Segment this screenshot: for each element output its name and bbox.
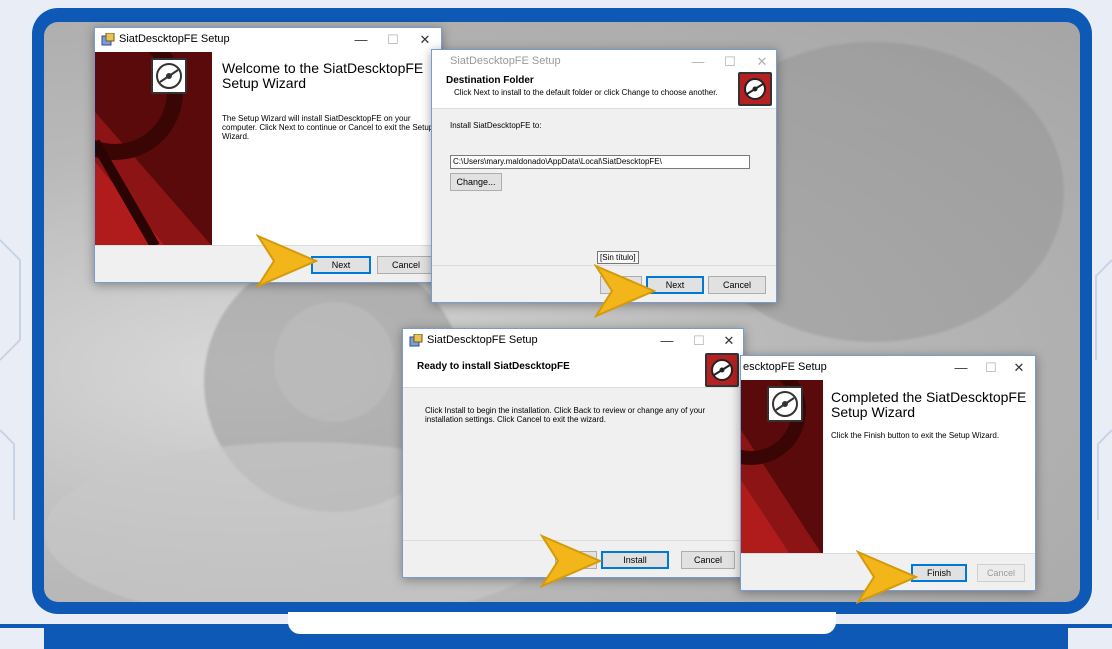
device-notch xyxy=(288,612,836,634)
maximize-button[interactable]: ☐ xyxy=(379,30,407,50)
maximize-button[interactable]: ☐ xyxy=(685,331,713,351)
minimize-button[interactable]: — xyxy=(684,52,712,72)
pointer-arrow-icon xyxy=(594,264,656,318)
wizard-header: Ready to install SiatDescktopFE xyxy=(403,353,743,388)
wizard-body-text: Click the Finish button to exit the Setu… xyxy=(831,431,1000,440)
maximize-button[interactable]: ☐ xyxy=(977,358,1005,378)
window-title: SiatDescktopFE Setup xyxy=(450,55,561,67)
pointer-arrow-icon xyxy=(256,234,318,288)
base-edge-right xyxy=(1068,628,1112,649)
wizard-body-text: The Setup Wizard will install SiatDesckt… xyxy=(222,114,434,141)
cancel-button: Cancel xyxy=(977,564,1025,582)
title-bar: SiatDescktopFE Setup — ☐ ✕ xyxy=(403,329,743,353)
cancel-button[interactable]: Cancel xyxy=(708,276,766,294)
minimize-button[interactable]: — xyxy=(947,358,975,378)
pointer-arrow-icon xyxy=(856,550,918,604)
wizard-content: Install SiatDescktopFE to: C:\Users\mary… xyxy=(432,109,776,266)
close-button[interactable]: ✕ xyxy=(1005,358,1033,378)
wizard-heading: Welcome to the SiatDescktopFE Setup Wiza… xyxy=(222,60,424,91)
window-title: escktopFE Setup xyxy=(743,361,827,373)
minimize-button[interactable]: — xyxy=(653,331,681,351)
close-button[interactable]: ✕ xyxy=(748,52,776,72)
wizard-heading: Completed the SiatDescktopFE Setup Wizar… xyxy=(831,389,1027,420)
install-button[interactable]: Install xyxy=(601,551,669,569)
title-bar: SiatDescktopFE Setup — ☐ ✕ xyxy=(95,28,441,52)
install-to-label: Install SiatDescktopFE to: xyxy=(450,121,542,130)
wizard-heading: Destination Folder xyxy=(446,75,534,86)
finish-button[interactable]: Finish xyxy=(911,564,967,582)
wizard-subheading: Click Next to install to the default fol… xyxy=(454,88,718,97)
disc-icon xyxy=(767,386,803,422)
close-button[interactable]: ✕ xyxy=(715,331,743,351)
minimize-button[interactable]: — xyxy=(347,30,375,50)
wizard-body-text: Click Install to begin the installation.… xyxy=(425,406,706,424)
disc-icon xyxy=(738,72,772,106)
cancel-button[interactable]: Cancel xyxy=(681,551,735,569)
base-edge-left xyxy=(0,628,44,649)
next-button[interactable]: Next xyxy=(311,256,371,274)
install-path-input[interactable]: C:\Users\mary.maldonado\AppData\Local\Si… xyxy=(450,155,750,169)
title-bar: SiatDescktopFE Setup — ☐ ✕ xyxy=(432,50,776,74)
installer-icon xyxy=(101,33,115,46)
window-title: SiatDescktopFE Setup xyxy=(427,334,538,346)
close-button[interactable]: ✕ xyxy=(411,30,439,50)
wizard-header: Destination Folder Click Next to install… xyxy=(432,72,776,109)
cancel-button[interactable]: Cancel xyxy=(377,256,435,274)
disc-icon xyxy=(705,353,739,387)
wizard-content: Click Install to begin the installation.… xyxy=(403,388,743,541)
window-title: SiatDescktopFE Setup xyxy=(119,33,230,45)
installer-icon xyxy=(409,334,423,347)
disc-icon xyxy=(151,58,187,94)
pointer-arrow-icon xyxy=(540,534,602,588)
maximize-button[interactable]: ☐ xyxy=(716,52,744,72)
change-button[interactable]: Change... xyxy=(450,173,502,191)
wizard-heading: Ready to install SiatDescktopFE xyxy=(417,361,570,372)
title-bar: escktopFE Setup — ☐ ✕ xyxy=(741,356,1035,380)
